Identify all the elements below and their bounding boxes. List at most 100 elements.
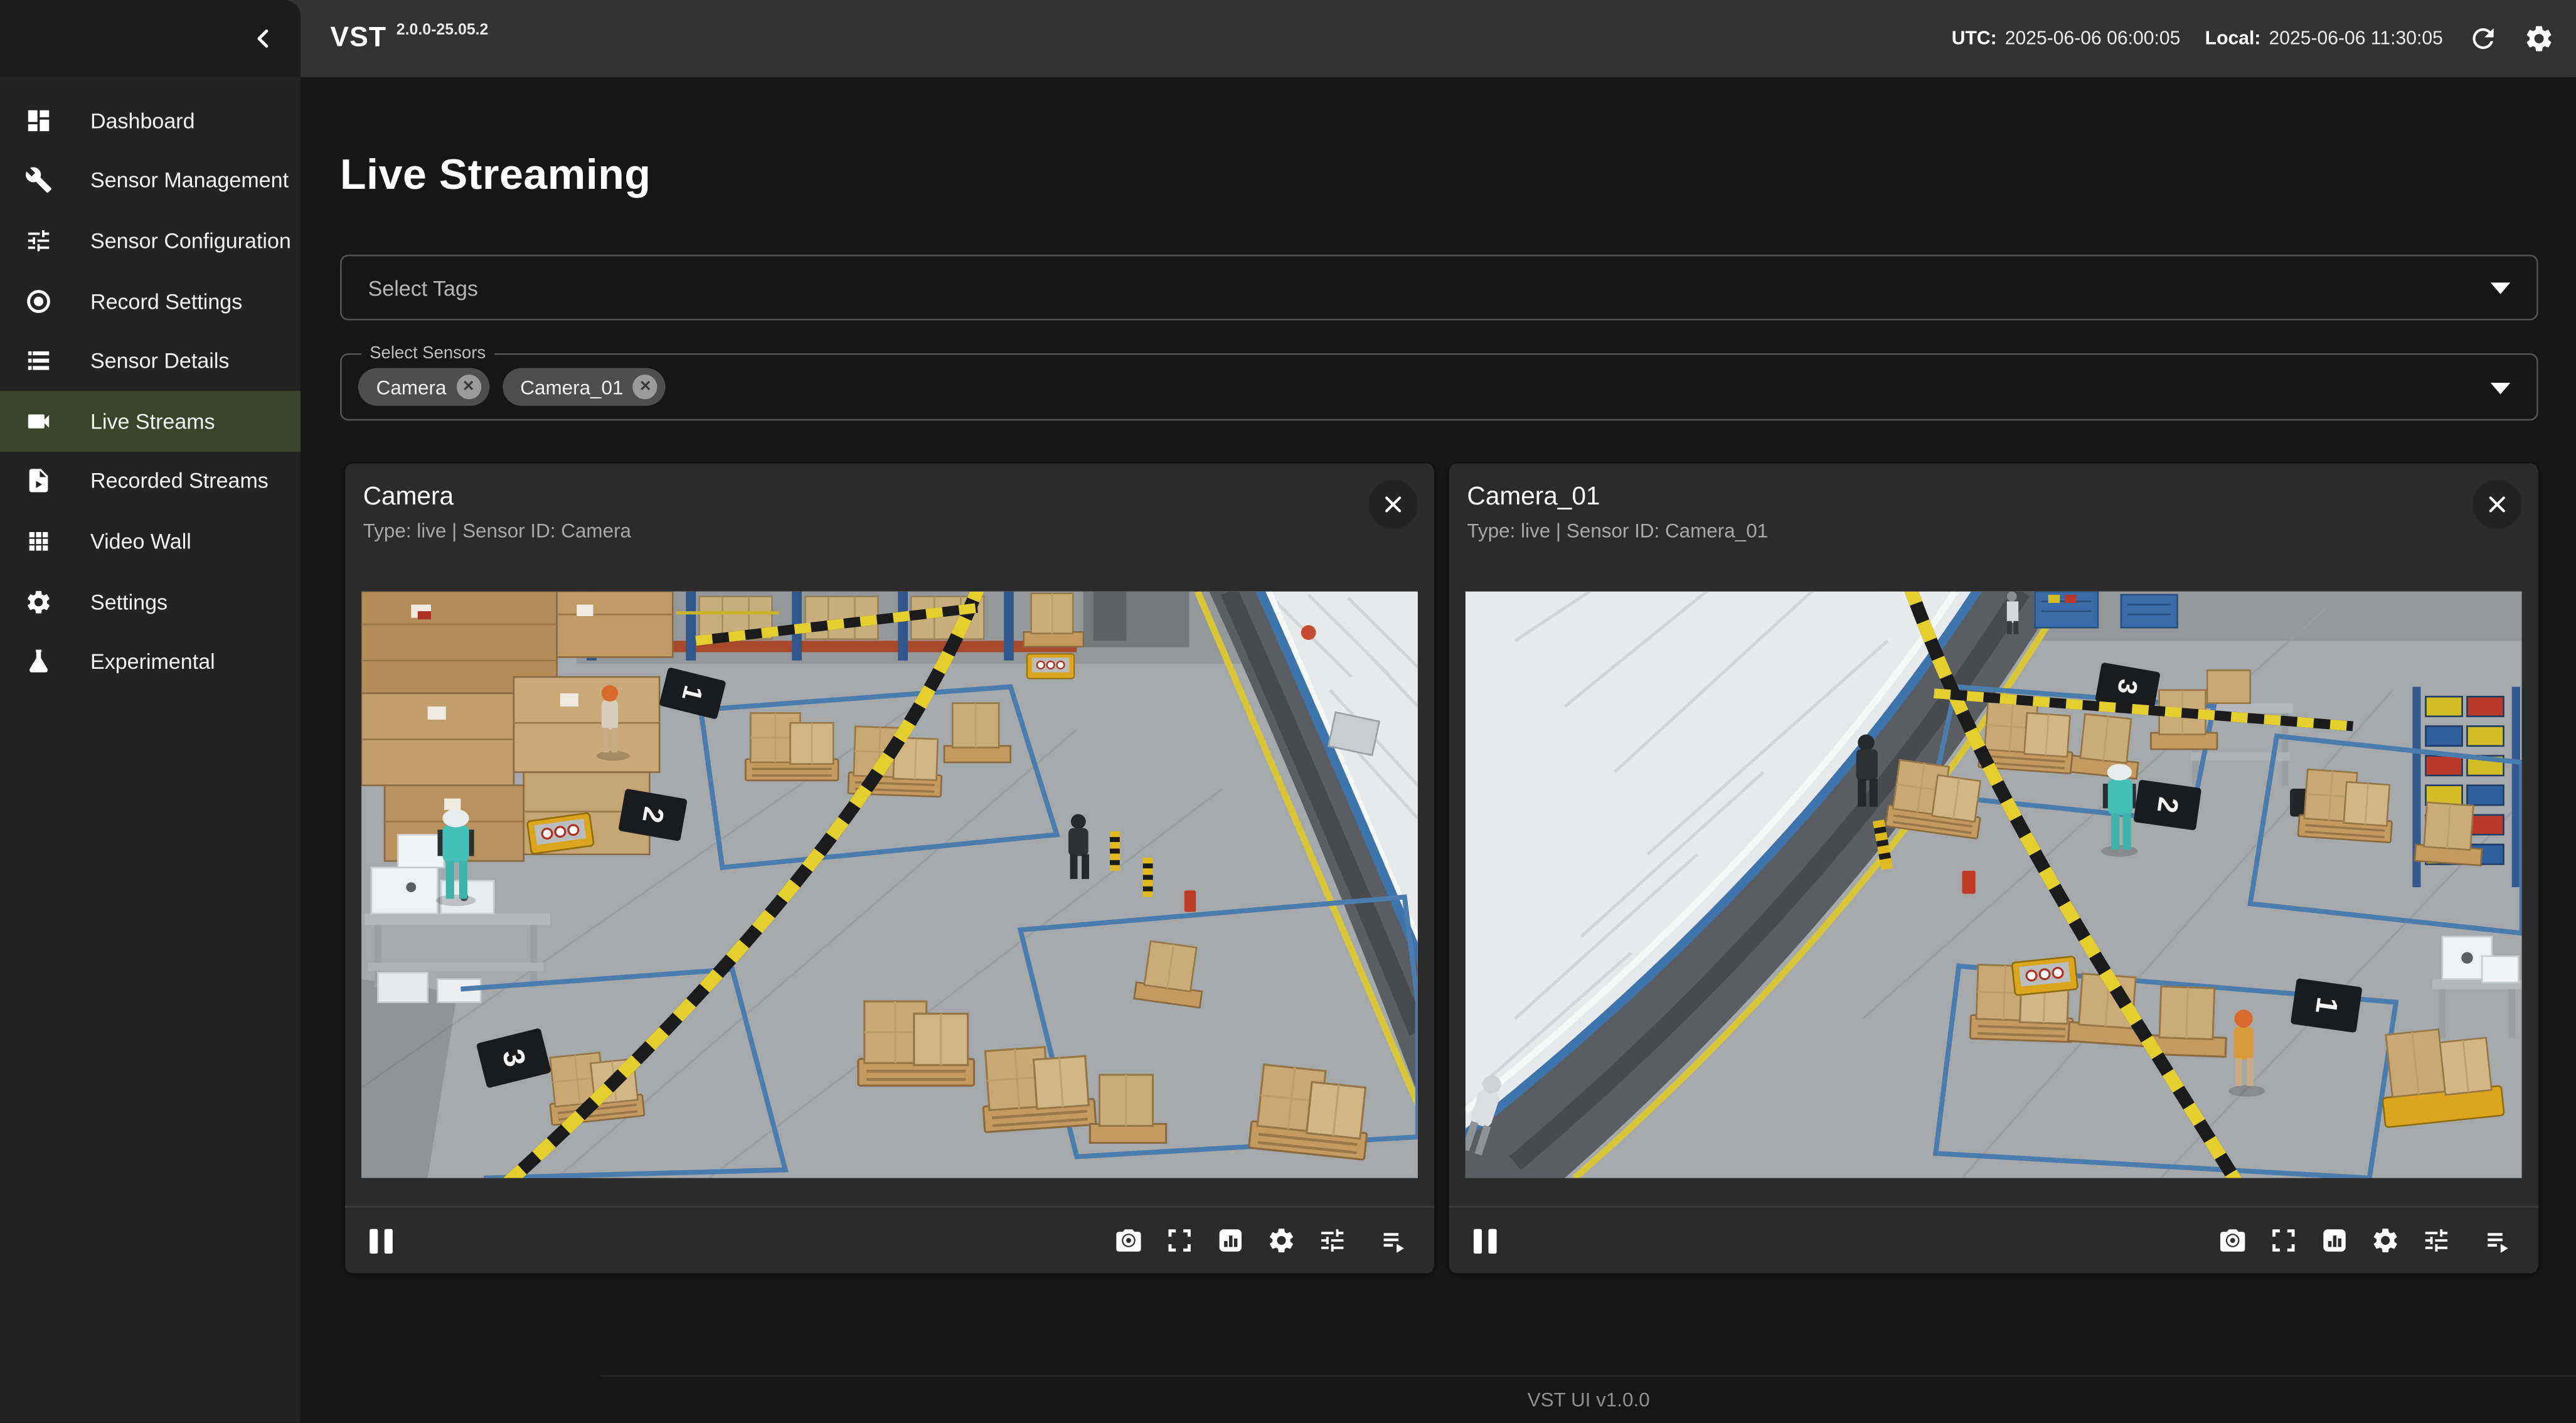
sidebar-item-dashboard[interactable]: Dashboard bbox=[0, 90, 301, 151]
warehouse-scene: 1 2 3 bbox=[361, 592, 1418, 1178]
tune-icon bbox=[2422, 1225, 2451, 1255]
stream-settings-button[interactable] bbox=[2371, 1225, 2400, 1255]
flask-icon bbox=[23, 647, 53, 676]
gear-icon bbox=[2523, 23, 2555, 55]
sidebar-item-label: Video Wall bbox=[90, 529, 191, 553]
fullscreen-button[interactable] bbox=[2269, 1225, 2298, 1255]
local-label: Local: bbox=[2205, 29, 2261, 48]
sidebar-item-video-wall[interactable]: Video Wall bbox=[0, 511, 301, 572]
videocam-icon bbox=[23, 406, 53, 435]
sensor-chips: Camera ✕ Camera_01 ✕ bbox=[358, 355, 666, 419]
sidebar-item-sensor-details[interactable]: Sensor Details bbox=[0, 331, 301, 391]
refresh-icon bbox=[2467, 23, 2499, 55]
stream-card-camera-01: Camera_01 Type: live | Sensor ID: Camera… bbox=[1449, 463, 2538, 1273]
snapshot-button[interactable] bbox=[2218, 1225, 2247, 1255]
stream-tune-button[interactable] bbox=[1317, 1225, 1347, 1255]
top-bar: VST 2.0.0-25.05.2 UTC: 2025-06-06 06:00:0… bbox=[0, 0, 2576, 77]
pause-button[interactable] bbox=[1474, 1228, 1496, 1252]
video-file-icon bbox=[23, 466, 53, 496]
stats-button[interactable] bbox=[1216, 1225, 1245, 1255]
stream-controls bbox=[1449, 1206, 2538, 1273]
stream-meta: Type: live | Sensor ID: Camera_01 bbox=[1467, 519, 1768, 542]
utc-clock: UTC: 2025-06-06 06:00:05 bbox=[1952, 29, 2181, 48]
close-icon bbox=[2484, 491, 2510, 518]
chip-remove-icon[interactable]: ✕ bbox=[633, 375, 657, 399]
chip-label: Camera_01 bbox=[520, 375, 623, 398]
stream-title: Camera bbox=[363, 483, 454, 513]
stream-settings-button[interactable] bbox=[1267, 1225, 1296, 1255]
chevron-down-icon bbox=[2491, 282, 2510, 294]
brand-logo: VST bbox=[330, 19, 386, 56]
sidebar-item-label: Dashboard bbox=[90, 108, 195, 132]
brand-version: 2.0.0-25.05.2 bbox=[397, 21, 489, 41]
playlist-play-button[interactable] bbox=[2484, 1225, 2513, 1255]
pause-button[interactable] bbox=[370, 1228, 391, 1252]
sidebar-collapse-button[interactable] bbox=[243, 18, 284, 59]
warehouse-scene: 3 2 1 bbox=[1466, 592, 2522, 1178]
sidebar-item-label: Live Streams bbox=[90, 408, 215, 433]
local-value: 2025-06-06 11:30:05 bbox=[2269, 29, 2442, 48]
local-clock: Local: 2025-06-06 11:30:05 bbox=[2205, 29, 2443, 48]
tune-icon bbox=[23, 226, 53, 255]
playlist-play-icon bbox=[1380, 1225, 1410, 1255]
snapshot-icon bbox=[1114, 1225, 1143, 1255]
close-stream-button[interactable] bbox=[1368, 480, 1418, 530]
sidebar-item-label: Settings bbox=[90, 589, 168, 614]
snapshot-button[interactable] bbox=[1114, 1225, 1143, 1255]
main-content: Live Streaming Select Tags Select Sensor… bbox=[301, 77, 2576, 1423]
fullscreen-icon bbox=[1165, 1225, 1195, 1255]
zone-marker: 2 bbox=[2133, 779, 2201, 830]
footer-version: VST UI v1.0.0 bbox=[1528, 1388, 1650, 1412]
gear-icon bbox=[2371, 1225, 2400, 1255]
stats-icon bbox=[2319, 1225, 2349, 1255]
stream-title: Camera_01 bbox=[1467, 483, 1600, 513]
chevron-left-icon bbox=[250, 24, 278, 53]
sensor-chip-camera[interactable]: Camera ✕ bbox=[358, 368, 489, 406]
utc-value: 2025-06-06 06:00:05 bbox=[2005, 29, 2181, 48]
stats-icon bbox=[1216, 1225, 1245, 1255]
sidebar-header bbox=[0, 0, 301, 77]
sidebar-item-label: Sensor Management bbox=[90, 168, 289, 193]
sidebar-item-recorded-streams[interactable]: Recorded Streams bbox=[0, 451, 301, 511]
sidebar-item-live-streams[interactable]: Live Streams bbox=[0, 391, 301, 451]
gear-icon bbox=[23, 587, 53, 616]
tune-icon bbox=[1317, 1225, 1347, 1255]
settings-button[interactable] bbox=[2523, 23, 2555, 55]
sidebar-item-record-settings[interactable]: Record Settings bbox=[0, 270, 301, 331]
record-icon bbox=[23, 286, 53, 316]
sidebar-item-label: Sensor Configuration bbox=[90, 228, 291, 253]
select-sensors-dropdown[interactable]: Select Sensors Camera ✕ Camera_01 ✕ bbox=[340, 353, 2538, 420]
page-title: Live Streaming bbox=[340, 149, 651, 200]
wrench-icon bbox=[23, 166, 53, 195]
zone-marker: 1 bbox=[2291, 978, 2363, 1033]
stats-button[interactable] bbox=[2319, 1225, 2349, 1255]
close-icon bbox=[1380, 491, 1407, 518]
close-stream-button[interactable] bbox=[2472, 480, 2522, 530]
refresh-button[interactable] bbox=[2467, 23, 2499, 55]
chip-remove-icon[interactable]: ✕ bbox=[456, 375, 481, 399]
list-icon bbox=[23, 346, 53, 376]
stream-card-camera: Camera Type: live | Sensor ID: Camera bbox=[345, 463, 1434, 1273]
sensor-chip-camera-01[interactable]: Camera_01 ✕ bbox=[502, 368, 666, 406]
playlist-play-button[interactable] bbox=[1380, 1225, 1410, 1255]
snapshot-icon bbox=[2218, 1225, 2247, 1255]
sidebar-item-label: Sensor Details bbox=[90, 349, 229, 373]
stream-controls bbox=[345, 1206, 1434, 1273]
grid-icon bbox=[23, 526, 53, 556]
fullscreen-button[interactable] bbox=[1165, 1225, 1195, 1255]
utc-label: UTC: bbox=[1952, 29, 1997, 48]
chip-label: Camera bbox=[376, 375, 447, 398]
sidebar-item-sensor-management[interactable]: Sensor Management bbox=[0, 151, 301, 211]
stream-meta: Type: live | Sensor ID: Camera bbox=[363, 519, 631, 542]
sidebar: Dashboard Sensor Management Sensor Confi… bbox=[0, 77, 301, 1423]
sidebar-item-settings[interactable]: Settings bbox=[0, 572, 301, 632]
sidebar-item-sensor-configuration[interactable]: Sensor Configuration bbox=[0, 211, 301, 271]
sidebar-item-experimental[interactable]: Experimental bbox=[0, 631, 301, 691]
sidebar-nav: Dashboard Sensor Management Sensor Confi… bbox=[0, 77, 301, 691]
select-tags-dropdown[interactable]: Select Tags bbox=[340, 255, 2538, 321]
select-tags-placeholder: Select Tags bbox=[368, 257, 478, 319]
gear-icon bbox=[1267, 1225, 1296, 1255]
dashboard-icon bbox=[23, 105, 53, 135]
stream-tune-button[interactable] bbox=[2422, 1225, 2451, 1255]
control-icons bbox=[1114, 1225, 1409, 1255]
